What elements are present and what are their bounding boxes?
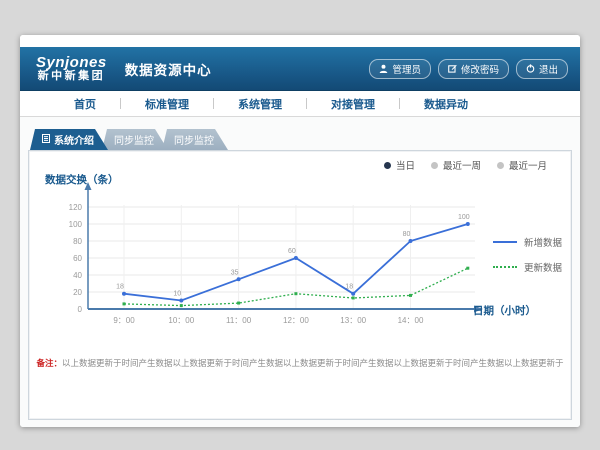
tab-sync-monitor-1[interactable]: 同步监控 [102, 129, 168, 150]
svg-text:12：00: 12：00 [283, 316, 309, 325]
radio-dot-icon [497, 162, 504, 169]
svg-text:60: 60 [73, 254, 82, 263]
edit-icon [448, 64, 457, 73]
content-area: 系统介绍 同步监控 同步监控 当日 最近一周 [20, 117, 580, 427]
radio-dot-icon [384, 162, 391, 169]
tab-sync-monitor-2[interactable]: 同步监控 [162, 129, 228, 150]
app-header: Synjones 新中新集团 数据资源中心 管理员 修改密码 退出 [20, 47, 580, 91]
nav-item-home[interactable]: 首页 [50, 96, 120, 112]
change-password-button[interactable]: 修改密码 [438, 59, 509, 79]
dotted-line-swatch-icon [493, 266, 517, 268]
svg-text:100: 100 [458, 214, 470, 221]
svg-text:10: 10 [173, 291, 181, 298]
user-name-label: 管理员 [392, 62, 421, 76]
main-nav: 首页 标准管理 系统管理 对接管理 数据异动 [20, 91, 580, 117]
svg-text:40: 40 [73, 271, 82, 280]
svg-text:60: 60 [288, 248, 296, 255]
svg-text:9：00: 9：00 [113, 316, 135, 325]
app-window: Synjones 新中新集团 数据资源中心 管理员 修改密码 退出 [20, 35, 580, 427]
legend-item-new-data[interactable]: 新增数据 [493, 235, 562, 249]
footnote-prefix: 备注： [36, 358, 62, 368]
nav-item-system[interactable]: 系统管理 [214, 96, 306, 112]
time-range-selector: 当日 最近一周 最近一月 [384, 158, 547, 172]
svg-text:80: 80 [73, 237, 82, 246]
svg-text:20: 20 [73, 288, 82, 297]
current-user-button[interactable]: 管理员 [369, 59, 431, 79]
svg-text:10：00: 10：00 [168, 316, 194, 325]
range-option-label: 最近一周 [443, 158, 481, 172]
svg-text:18: 18 [116, 284, 124, 291]
tab-system-intro[interactable]: 系统介绍 [30, 129, 108, 150]
range-option-label: 当日 [396, 158, 415, 172]
range-option-label: 最近一月 [509, 158, 547, 172]
nav-item-integration[interactable]: 对接管理 [307, 96, 399, 112]
series-legend: 新增数据 更新数据 [493, 235, 562, 285]
power-icon [526, 64, 535, 73]
range-option-today[interactable]: 当日 [384, 158, 415, 172]
change-password-label: 修改密码 [461, 62, 499, 76]
range-option-last-week[interactable]: 最近一周 [431, 158, 481, 172]
footnote: 备注：以上数据更新于时间产生数据以上数据更新于时间产生数据以上数据更新于时间产生… [29, 357, 571, 369]
legend-label: 更新数据 [524, 260, 562, 274]
svg-text:11：00: 11：00 [226, 316, 252, 325]
svg-text:0: 0 [78, 305, 83, 314]
legend-item-updated-data[interactable]: 更新数据 [493, 260, 562, 274]
document-icon [42, 134, 50, 146]
logout-button[interactable]: 退出 [516, 59, 568, 79]
window-top-strip [20, 35, 580, 47]
company-logo: Synjones 新中新集团 [36, 55, 107, 82]
solid-line-swatch-icon [493, 241, 517, 243]
logo-text-en: Synjones [36, 55, 107, 71]
tab-label: 系统介绍 [54, 132, 94, 147]
line-chart: 0 20 40 60 80 100 120 9：00 10：00 11：00 12：00 13：00 1… [59, 171, 499, 331]
svg-text:13：00: 13：00 [340, 316, 366, 325]
logout-label: 退出 [539, 62, 558, 76]
svg-text:100: 100 [69, 220, 83, 229]
user-toolbar: 管理员 修改密码 退出 [369, 59, 568, 79]
svg-text:18: 18 [345, 284, 353, 291]
line-chart-svg: 0 20 40 60 80 100 120 9：00 10：00 11：00 12：00 13：00 1… [59, 171, 499, 331]
logo-text-cn: 新中新集团 [36, 71, 107, 83]
range-option-last-month[interactable]: 最近一月 [497, 158, 547, 172]
nav-item-data-changes[interactable]: 数据异动 [400, 96, 492, 112]
x-axis-title: 日期（小时） [473, 303, 536, 318]
tab-label: 同步监控 [114, 132, 154, 147]
page-title: 数据资源中心 [125, 59, 212, 79]
footnote-text: 以上数据更新于时间产生数据以上数据更新于时间产生数据以上数据更新于时间产生数据以… [62, 358, 564, 368]
svg-text:14：00: 14：00 [398, 316, 424, 325]
radio-dot-icon [431, 162, 438, 169]
svg-text:120: 120 [69, 203, 83, 212]
chart-panel: 当日 最近一周 最近一月 数据交换（条） 0204060801001209：00… [28, 150, 572, 420]
tab-label: 同步监控 [174, 132, 214, 147]
user-icon [379, 64, 388, 73]
nav-item-standards[interactable]: 标准管理 [121, 96, 213, 112]
svg-text:35: 35 [231, 269, 239, 276]
svg-text:80: 80 [403, 231, 411, 238]
legend-label: 新增数据 [524, 235, 562, 249]
tab-bar: 系统介绍 同步监控 同步监控 [30, 129, 580, 150]
